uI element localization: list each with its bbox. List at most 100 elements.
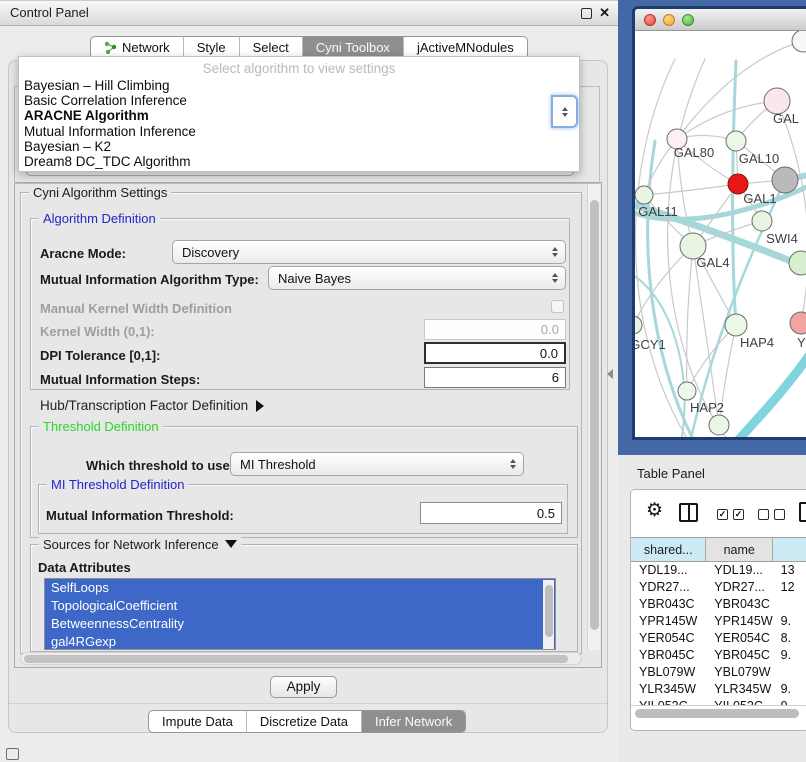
dock-panel-icon[interactable] (6, 748, 19, 760)
cyni-settings-title: Cyni Algorithm Settings (29, 185, 171, 200)
focused-combo-fragment[interactable] (551, 95, 578, 128)
network-node-y[interactable] (790, 312, 806, 334)
network-window-titlebar[interactable] (635, 9, 806, 31)
table-row[interactable]: YDL19...YDL19...13 (631, 562, 806, 579)
data-attributes-list[interactable]: SelfLoopsTopologicalCoefficientBetweenne… (44, 578, 556, 650)
table-cell: 8. (773, 630, 806, 647)
scrollbar-thumb[interactable] (590, 200, 599, 630)
table-cell: YBR043C (706, 596, 772, 613)
attribute-list-item[interactable]: TopologicalCoefficient (45, 597, 555, 615)
table-row[interactable]: YDR27...YDR27...12 (631, 579, 806, 596)
network-node-hap2[interactable] (678, 382, 696, 400)
list-vertical-scrollbar[interactable] (543, 580, 554, 650)
network-edge[interactable] (693, 246, 719, 425)
table-row[interactable]: YBR043CYBR043C (631, 596, 806, 613)
attribute-list-item[interactable]: BetweennessCentrality (45, 615, 555, 633)
table-row[interactable]: YLR345WYLR345W9. (631, 681, 806, 698)
algorithm-option[interactable]: ARACNE Algorithm (19, 108, 579, 123)
sources-group-title[interactable]: Sources for Network Inference (39, 537, 241, 552)
zoom-traffic-light-icon[interactable] (682, 14, 694, 26)
which-threshold-select[interactable]: MI Threshold (230, 452, 524, 476)
network-node[interactable] (792, 31, 806, 52)
network-node[interactable] (789, 251, 806, 275)
algorithm-option[interactable]: Bayesian – K2 (19, 139, 579, 154)
table-cell: YBR045C (631, 647, 706, 664)
node-label: SWI4 (766, 231, 798, 246)
network-edge[interactable] (644, 184, 738, 195)
unchecked-checkbox-icon[interactable] (758, 509, 769, 520)
attribute-list-item[interactable]: gal4RGexp (45, 633, 555, 650)
table-horizontal-scrollbar[interactable] (631, 705, 806, 719)
algorithm-option[interactable]: Basic Correlation Inference (19, 93, 579, 108)
manual-kernel-checkbox[interactable] (551, 300, 564, 313)
network-canvas[interactable]: GALGAL80GAL10GAL1GAL11SWI4GAL4GCY1HAP4YH… (635, 31, 806, 440)
node-label: HAP2 (690, 400, 724, 415)
panel-divider (9, 703, 607, 704)
table-row[interactable]: YIL052CYIL052C9. (631, 698, 806, 705)
settings-vertical-scrollbar[interactable] (587, 184, 600, 650)
tab-impute-data[interactable]: Impute Data (149, 711, 246, 732)
table-row[interactable]: YPR145WYPR145W9. (631, 613, 806, 630)
network-edge[interactable] (687, 325, 736, 391)
close-icon[interactable]: ✕ (599, 5, 610, 21)
tab-infer-network[interactable]: Infer Network (361, 711, 465, 732)
unchecked-checkbox-icon[interactable] (774, 509, 785, 520)
network-node-hap4[interactable] (725, 314, 747, 336)
algorithm-option[interactable]: Mutual Information Inference (19, 124, 579, 139)
table-row[interactable]: YER054CYER054C8. (631, 630, 806, 647)
network-node[interactable] (709, 415, 729, 435)
apply-button[interactable]: Apply (270, 676, 337, 698)
table-cell: 12 (773, 579, 806, 596)
dpi-tolerance-input[interactable] (424, 342, 566, 364)
attribute-list-item[interactable]: SelfLoops (45, 579, 555, 597)
mi-type-select[interactable]: Naive Bayes (268, 266, 566, 290)
tab-label: Select (253, 37, 289, 58)
tab-select[interactable]: Select (239, 37, 302, 58)
column-header[interactable] (773, 538, 806, 561)
algorithm-option[interactable]: Dream8 DC_TDC Algorithm (19, 154, 579, 169)
network-node-gal10[interactable] (726, 131, 746, 151)
network-node-gal11[interactable] (635, 186, 653, 204)
algorithm-option[interactable]: Bayesian – Hill Climbing (19, 78, 579, 93)
table-cell: 9. (773, 698, 806, 705)
split-pane-collapse-icon[interactable] (607, 369, 613, 379)
float-window-icon[interactable] (581, 8, 592, 19)
scrollbar-thumb[interactable] (545, 585, 553, 637)
checked-checkbox-icon[interactable]: ✓ (717, 509, 728, 520)
column-layout-icon[interactable] (679, 503, 698, 522)
scrollbar-thumb[interactable] (635, 709, 799, 718)
network-edge[interactable] (635, 273, 685, 440)
hub-tf-definition-toggle[interactable]: Hub/Transcription Factor Definition (40, 398, 264, 413)
column-header[interactable]: shared... (631, 538, 706, 561)
network-node-swi4[interactable] (752, 211, 772, 231)
network-node-gcy1[interactable] (635, 316, 642, 334)
tab-discretize-data[interactable]: Discretize Data (246, 711, 361, 732)
network-view-window[interactable]: GALGAL80GAL10GAL1GAL11SWI4GAL4GCY1HAP4YH… (632, 6, 806, 440)
network-edge[interactable] (777, 101, 806, 323)
column-header[interactable]: name (706, 538, 773, 561)
table-window: ⚙ ✓ ✓ shared...name YDL19...YDL19...13YD… (630, 489, 806, 731)
table-row[interactable]: YBR045CYBR045C9. (631, 647, 806, 664)
tab-network[interactable]: Network (91, 37, 183, 58)
tab-jactivemnodules[interactable]: jActiveMNodules (403, 37, 527, 58)
settings-horizontal-scrollbar[interactable] (20, 652, 582, 665)
mi-threshold-input[interactable] (420, 502, 562, 524)
aracne-mode-select[interactable]: Discovery (172, 240, 566, 264)
new-table-icon[interactable] (799, 502, 806, 522)
mi-threshold-group-title: MI Threshold Definition (47, 477, 188, 492)
close-traffic-light-icon[interactable] (644, 14, 656, 26)
checked-checkbox-icon[interactable]: ✓ (733, 509, 744, 520)
minimize-traffic-light-icon[interactable] (663, 14, 675, 26)
gear-icon[interactable]: ⚙ (646, 499, 663, 522)
dropdown-placeholder: Select algorithm to view settings (19, 57, 579, 78)
tab-label: Infer Network (375, 711, 452, 732)
tab-style[interactable]: Style (183, 37, 239, 58)
tab-cyni-toolbox[interactable]: Cyni Toolbox (302, 37, 403, 58)
table-row[interactable]: YBL079WYBL079W (631, 664, 806, 681)
network-node[interactable] (772, 167, 798, 193)
kernel-width-input[interactable] (424, 319, 566, 340)
mi-steps-input[interactable] (424, 367, 566, 388)
network-edge[interactable] (733, 347, 806, 440)
scrollbar-thumb[interactable] (24, 655, 568, 663)
tab-label: Discretize Data (260, 711, 348, 732)
